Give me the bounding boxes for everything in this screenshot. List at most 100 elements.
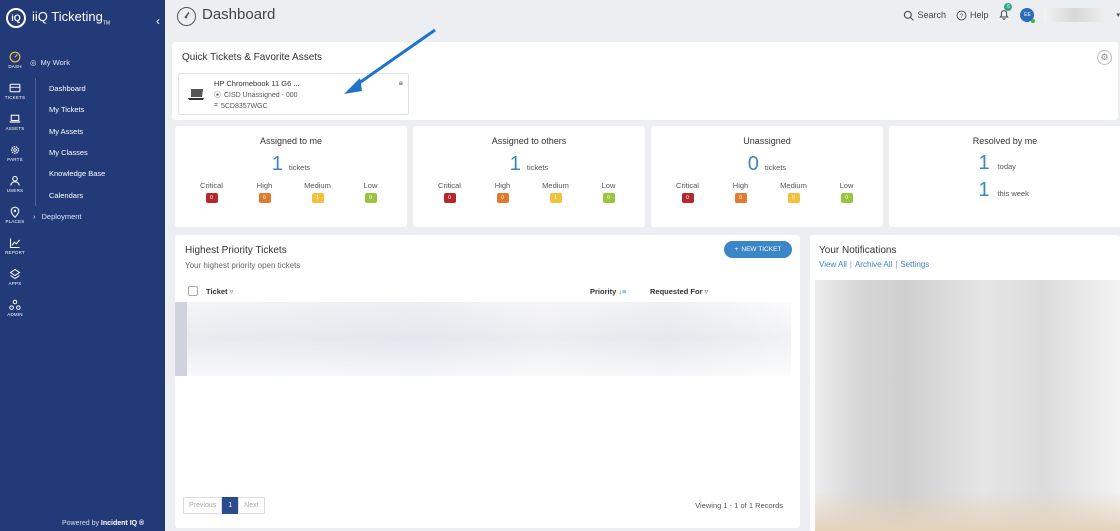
critical-count-badge[interactable]: 0 [681, 193, 694, 203]
annotation-arrow [344, 28, 436, 94]
dashboard-gauge-icon [177, 7, 196, 26]
priority-label-critical: Critical [438, 181, 461, 190]
search-icon [904, 10, 915, 21]
archive-all-link[interactable]: Archive All [855, 260, 892, 269]
medium-count-badge[interactable]: 1 [549, 193, 562, 203]
brand[interactable]: iQ iiQ TicketingTM [6, 8, 110, 28]
resolved-by-me-card[interactable]: Resolved by me 1 today 1 this week [889, 126, 1120, 227]
rail-item-tickets[interactable]: TICKETS [0, 75, 30, 106]
highest-priority-tickets-card: Highest Priority Tickets Your highest pr… [175, 235, 800, 528]
records-count: Viewing 1 - 1 of 1 Records [695, 501, 783, 510]
notifications-list-redacted[interactable] [815, 280, 1120, 531]
notifications-button[interactable]: 6 [998, 3, 1013, 22]
nav-submenu: Dashboard My Tickets My Assets My Classe… [35, 78, 165, 206]
select-all-checkbox[interactable] [188, 286, 198, 296]
sidebar-item-my-assets[interactable]: My Assets [49, 121, 165, 142]
high-count-badge[interactable]: 0 [734, 193, 747, 203]
location-pin-icon: ⦿ [214, 92, 221, 99]
resolved-today-label: today [997, 162, 1016, 171]
asset-location: ⦿ CISD Unassigned - 000 [214, 90, 298, 100]
collapse-sidebar-icon[interactable]: ‹ [156, 14, 160, 28]
assigned-to-others-card[interactable]: Assigned to others 1 tickets Critical 0 Hi… [413, 126, 645, 227]
assigned-to-me-card[interactable]: Assigned to me 1 tickets Critical 0 High 0 … [175, 126, 407, 227]
column-priority[interactable]: Priority ↓≡ [590, 287, 627, 296]
stat-count: 1 [509, 153, 521, 175]
top-right-actions: Search ? Help 6 EE ▾ [903, 3, 1120, 23]
priority-label-critical: Critical [200, 181, 223, 190]
asset-name: HP Chromebook 11 G6 ... [214, 79, 300, 88]
stat-count: 0 [747, 153, 759, 175]
medium-count-badge[interactable]: 0 [787, 193, 800, 203]
column-ticket[interactable]: Ticket ▿ [206, 287, 233, 296]
sidebar-item-my-classes[interactable]: My Classes [49, 142, 165, 163]
medium-count-badge[interactable]: 1 [311, 193, 324, 203]
powered-brand: Incident IQ ® [100, 520, 145, 527]
rail-label: TICKETS [4, 94, 26, 100]
next-page-button[interactable]: Next [238, 497, 265, 514]
rail-item-assets[interactable]: ASSETS [0, 106, 30, 137]
apps-icon [9, 268, 21, 279]
search-label: Search [917, 10, 946, 20]
rail-item-apps[interactable]: APPS [0, 261, 30, 292]
avatar[interactable]: EE [1020, 8, 1036, 23]
rail-item-users[interactable]: USERS [0, 168, 30, 199]
low-count-badge[interactable]: 0 [602, 193, 615, 203]
rail-label: PARTS [7, 156, 23, 162]
tickets-icon [9, 83, 21, 92]
admin-icon [9, 299, 21, 310]
resolved-week-count: 1 [978, 179, 990, 201]
stat-title: Unassigned [743, 136, 791, 146]
view-all-link[interactable]: View All [819, 260, 847, 269]
priority-breakdown: Critical 0 High 0 Medium 0 Low 0 [651, 181, 883, 203]
chevron-down-icon[interactable]: ▾ [1116, 11, 1120, 19]
sidebar-item-knowledge-base[interactable]: Knowledge Base [49, 163, 165, 184]
high-count-badge[interactable]: 0 [496, 193, 509, 203]
sidebar-item-my-tickets[interactable]: My Tickets [49, 99, 165, 120]
rail-item-report[interactable]: REPORT [0, 230, 30, 261]
previous-page-button[interactable]: Previous [183, 497, 223, 514]
priority-label-high: High [256, 181, 273, 190]
settings-gear-icon[interactable]: ⚙ [1097, 50, 1112, 65]
rail-label: REPORT [5, 249, 25, 255]
critical-count-badge[interactable]: 0 [205, 193, 218, 203]
sort-icon: ↓≡ [618, 287, 627, 296]
rail-item-dash[interactable]: DASH [0, 44, 30, 75]
critical-count-badge[interactable]: 0 [443, 193, 456, 203]
svg-text:?: ? [960, 12, 964, 19]
brand-logo-icon: iQ [6, 8, 26, 28]
map-pin-icon [10, 206, 20, 218]
nav-group-deployment[interactable]: › Deployment [30, 212, 165, 221]
resolved-today: 1 today [889, 152, 1120, 175]
column-requested-for[interactable]: Requested For ▿ [650, 287, 708, 296]
table-row-redacted[interactable] [175, 302, 791, 376]
tag-icon: ⌗ [214, 102, 218, 109]
plus-icon: + [734, 246, 739, 253]
resolved-week: 1 this week [889, 179, 1120, 202]
notification-links: View All | Archive All | Settings [819, 260, 930, 269]
priority-label-high: High [732, 181, 749, 190]
unassigned-card[interactable]: Unassigned 0 tickets Critical 0 High 0 Medi… [651, 126, 883, 227]
page-1-button[interactable]: 1 [222, 497, 239, 514]
gear-icon [11, 145, 19, 154]
high-count-badge[interactable]: 0 [258, 193, 271, 203]
notification-settings-link[interactable]: Settings [900, 260, 929, 269]
nav-group-my-work[interactable]: ◎ My Work [30, 54, 165, 70]
chart-icon [9, 238, 20, 248]
low-count-badge[interactable]: 0 [364, 193, 377, 203]
rail-item-admin[interactable]: ADMIN [0, 292, 30, 323]
help-button[interactable]: ? Help [956, 10, 988, 21]
rail-item-parts[interactable]: PARTS [0, 137, 30, 168]
laptop-icon [9, 114, 21, 123]
user-name-redacted[interactable] [1044, 8, 1107, 22]
search-button[interactable]: Search [903, 10, 946, 21]
pagination: Previous 1 Next [183, 497, 265, 514]
sidebar-item-dashboard[interactable]: Dashboard [49, 78, 165, 99]
sidebar-item-calendars[interactable]: Calendars [49, 184, 165, 205]
page-title: Dashboard [202, 6, 276, 23]
quick-tickets-title: Quick Tickets & Favorite Assets [182, 52, 323, 63]
new-ticket-button[interactable]: + NEW TICKET [724, 241, 792, 258]
priority-breakdown: Critical 0 High 0 Medium 1 Low 0 [175, 181, 407, 203]
low-count-badge[interactable]: 0 [840, 193, 853, 203]
resolved-week-label: this week [997, 189, 1029, 198]
rail-item-places[interactable]: PLACES [0, 199, 30, 230]
